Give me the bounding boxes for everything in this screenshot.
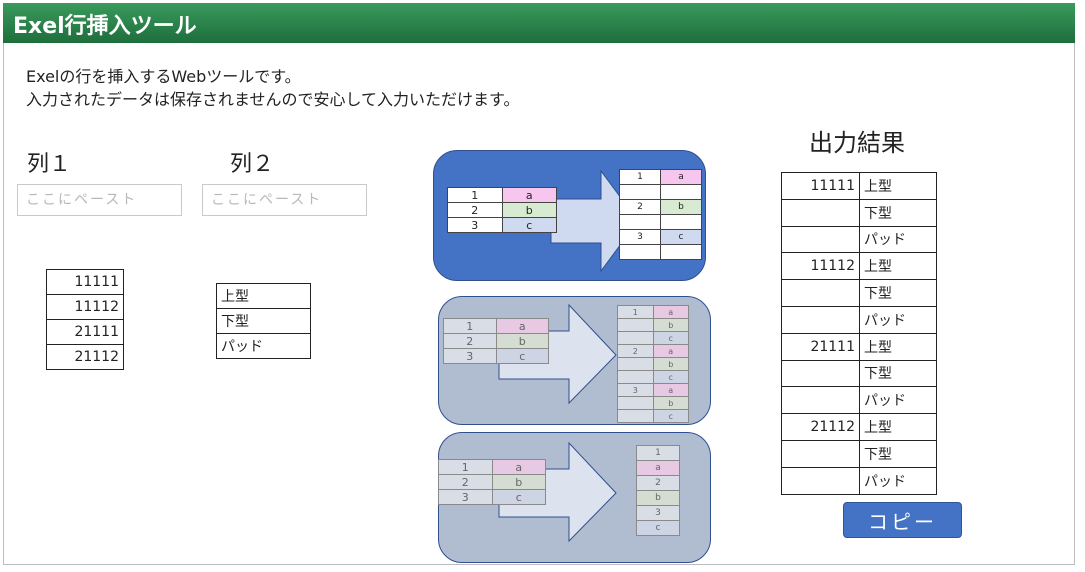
table-row: 下型 <box>781 439 937 468</box>
table-row: パッド <box>781 225 937 254</box>
table-row: 11111 上型 <box>781 172 937 200</box>
table-cell: 下型 <box>859 198 937 227</box>
table-row: 21111 <box>46 319 124 345</box>
table-row: 11111 <box>46 269 124 295</box>
example-output-table: 1a b c 2a b c 3a b c <box>617 305 690 423</box>
table-row: 21112 上型 <box>781 413 937 441</box>
table-row: 下型 <box>781 279 937 307</box>
table-cell <box>781 305 860 334</box>
table-cell: パッド <box>859 305 937 334</box>
column1-paste-input[interactable] <box>17 184 182 216</box>
example-input-table: 1a 2b 3c <box>438 459 547 505</box>
table-cell: 下型 <box>859 279 937 307</box>
example-output-table: 1a 2b 3c <box>618 169 702 260</box>
table-cell: パッド <box>859 225 937 254</box>
insert-option-2[interactable]: 1a 2b 3c 1a b c 2a b c 3a b c <box>438 296 711 425</box>
description-line-1: Exelの行を挿入するWebツールです。 <box>26 67 301 86</box>
description-line-2: 入力されたデータは保存されませんので安心して入力いただけます。 <box>26 90 520 109</box>
table-cell: 上型 <box>859 413 937 441</box>
table-cell: 上型 <box>859 252 937 281</box>
table-cell: 21111 <box>781 332 860 361</box>
table-cell: 11112 <box>46 294 124 320</box>
table-cell: 21111 <box>46 319 124 345</box>
table-row: 下型 <box>216 308 311 334</box>
table-cell: 下型 <box>216 308 311 334</box>
table-cell <box>781 279 860 307</box>
table-cell: 下型 <box>859 359 937 388</box>
example-output-table: 1 a 2 b 3 c <box>636 445 680 536</box>
description: Exelの行を挿入するWebツールです。 入力されたデータは保存されませんので安… <box>26 65 519 111</box>
table-row: 11112 上型 <box>781 252 937 281</box>
table-cell: 11111 <box>781 172 860 200</box>
table-cell <box>781 198 860 227</box>
insert-option-3[interactable]: 1a 2b 3c 1 a 2 b 3 c <box>438 432 711 563</box>
table-row: 下型 <box>781 198 937 227</box>
table-row: 下型 <box>781 359 937 388</box>
table-row: 21111 上型 <box>781 332 937 361</box>
table-cell: 上型 <box>216 283 311 309</box>
table-cell: パッド <box>216 333 311 359</box>
table-cell: 下型 <box>859 439 937 468</box>
column2-label: 列２ <box>230 152 275 177</box>
table-cell: 21112 <box>46 344 124 370</box>
table-cell: 上型 <box>859 172 937 200</box>
table-cell <box>781 386 860 415</box>
table-row: 11112 <box>46 294 124 320</box>
table-cell <box>781 225 860 254</box>
table-row: パッド <box>781 305 937 334</box>
table-cell: 21112 <box>781 413 860 441</box>
table-row: パッド <box>216 333 311 359</box>
output-title: 出力結果 <box>809 129 905 157</box>
column1-values-table: 11111 11112 21111 21112 <box>46 269 124 370</box>
table-row: パッド <box>781 466 937 495</box>
table-row: パッド <box>781 386 937 415</box>
example-input-table: 1a 2b 3c <box>447 187 558 233</box>
table-cell: パッド <box>859 466 937 495</box>
column2-values-table: 上型 下型 パッド <box>216 283 311 359</box>
table-row: 上型 <box>216 283 311 309</box>
example-input-table: 1a 2b 3c <box>443 318 550 364</box>
app-title: Exel行挿入ツール <box>13 14 197 39</box>
table-cell: 上型 <box>859 332 937 361</box>
title-bar: Exel行挿入ツール <box>3 3 1075 43</box>
table-row: 21112 <box>46 344 124 370</box>
table-cell: 11111 <box>46 269 124 295</box>
column2-paste-input[interactable] <box>202 184 367 216</box>
table-cell <box>781 359 860 388</box>
insert-option-1[interactable]: 1a 2b 3c 1a 2b 3c <box>433 150 706 281</box>
table-cell <box>781 466 860 495</box>
output-table: 11111 上型 下型 パッド 11112 上型 下型 パッド 21111 上型 下型 パッド 2111… <box>781 172 937 495</box>
table-cell: 11112 <box>781 252 860 281</box>
copy-button[interactable]: コピー <box>843 502 962 538</box>
column1-label: 列１ <box>27 152 72 177</box>
table-cell: パッド <box>859 386 937 415</box>
table-cell <box>781 439 860 468</box>
